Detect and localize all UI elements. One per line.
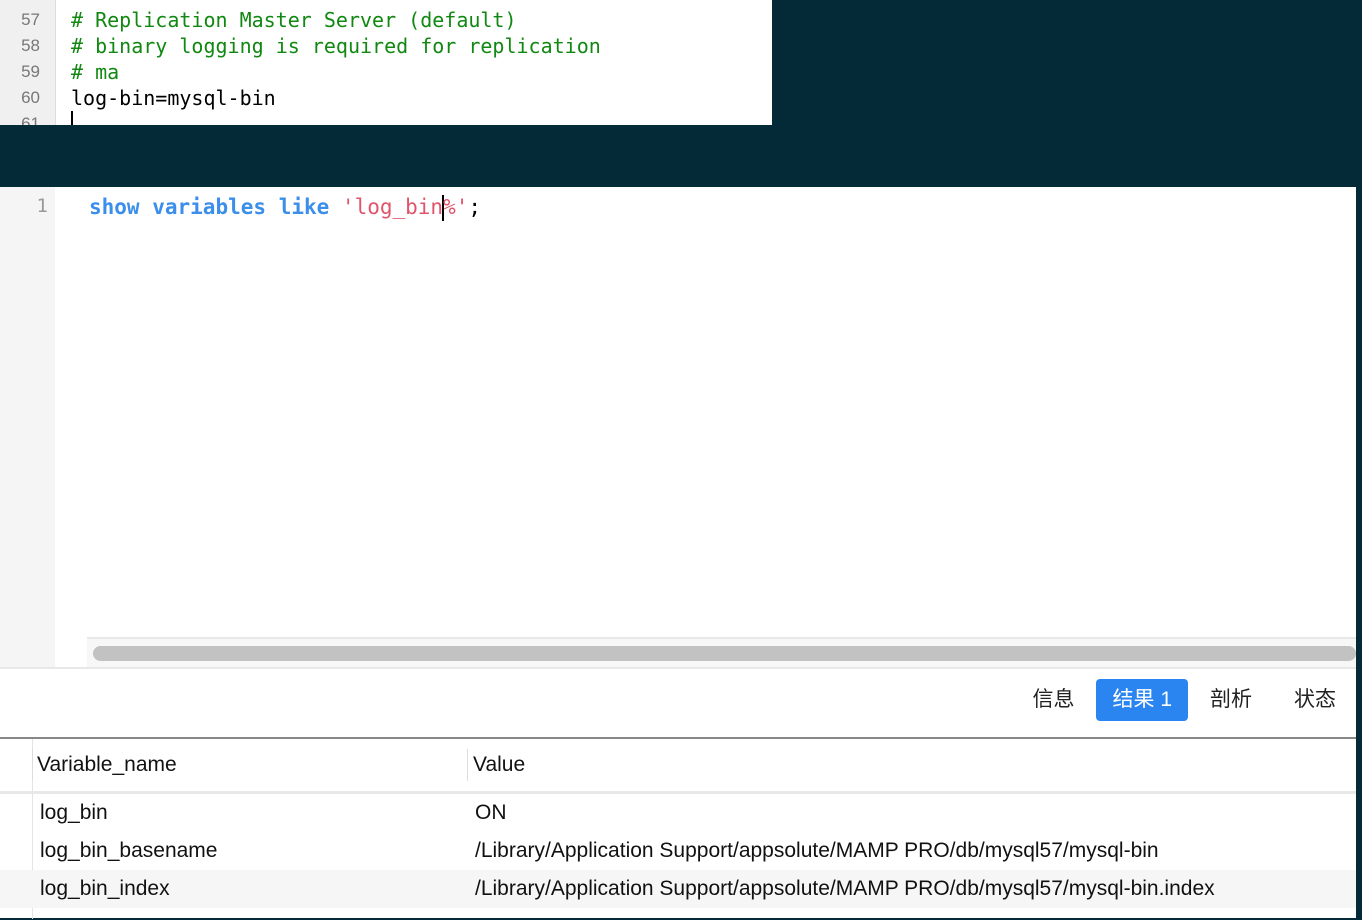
line-number: 1 xyxy=(36,195,48,217)
line-text: # ma xyxy=(71,60,120,84)
results-panel: 信息 结果 1 剖析 状态 Variable_name Value log_bi… xyxy=(0,667,1356,919)
line-number: 60 xyxy=(21,88,40,107)
result-tabs: 信息 结果 1 剖析 状态 xyxy=(1010,679,1356,721)
line-text: # binary logging is required for replica… xyxy=(71,34,601,58)
scrollbar-thumb[interactable] xyxy=(93,646,1356,661)
tab-result-1[interactable]: 结果 1 xyxy=(1096,679,1188,721)
horizontal-scrollbar[interactable] xyxy=(87,637,1356,667)
cell-variable-name[interactable]: log_bin_index xyxy=(40,870,170,908)
table-row[interactable]: log_bin_index/Library/Application Suppor… xyxy=(0,870,1356,908)
table-row[interactable]: log_bin_basename/Library/Application Sup… xyxy=(0,832,1356,870)
tab-info[interactable]: 信息 xyxy=(1012,679,1094,721)
line-number: 57 xyxy=(21,10,40,29)
keyword: variables xyxy=(152,195,267,219)
line-gutter: 1 xyxy=(0,187,55,667)
column-header-value[interactable]: Value xyxy=(473,739,525,791)
string-literal: %' xyxy=(443,195,469,219)
results-table: Variable_name Value log_bin ON log_bin_ba… xyxy=(0,737,1356,919)
line-text: log-bin=mysql-bin xyxy=(71,86,276,110)
keyword: like xyxy=(278,195,330,219)
table-row[interactable]: log_bin ON xyxy=(0,794,1356,832)
table-header: Variable_name Value xyxy=(0,739,1356,794)
tab-status[interactable]: 状态 xyxy=(1274,679,1356,721)
query-text[interactable]: show variables like 'log_bin%'; xyxy=(89,195,481,221)
string-literal: 'log_bin xyxy=(341,195,444,219)
tab-profile[interactable]: 剖析 xyxy=(1190,679,1272,721)
cell-value[interactable]: /Library/Application Support/appsolute/M… xyxy=(475,832,1159,870)
config-file-editor[interactable]: 57 # Replication Master Server (default) … xyxy=(0,0,772,125)
cell-value[interactable]: /Library/Application Support/appsolute/M… xyxy=(475,870,1215,908)
semicolon: ; xyxy=(468,195,482,219)
column-header-variable-name[interactable]: Variable_name xyxy=(37,739,177,791)
line-text: # Replication Master Server (default) xyxy=(71,8,517,32)
line-number: 61 xyxy=(21,114,40,125)
keyword: show xyxy=(89,195,140,219)
cell-variable-name[interactable]: log_bin xyxy=(40,794,108,832)
line-number: 59 xyxy=(21,62,40,81)
column-separator xyxy=(32,749,33,781)
text-caret xyxy=(71,111,73,125)
column-separator[interactable] xyxy=(467,749,468,781)
cell-variable-name[interactable]: log_bin_basename xyxy=(40,832,217,870)
sql-query-editor[interactable]: 1 show variables like 'log_bin%'; xyxy=(0,187,1356,667)
line-number: 58 xyxy=(21,36,40,55)
cell-value[interactable]: ON xyxy=(475,794,507,832)
